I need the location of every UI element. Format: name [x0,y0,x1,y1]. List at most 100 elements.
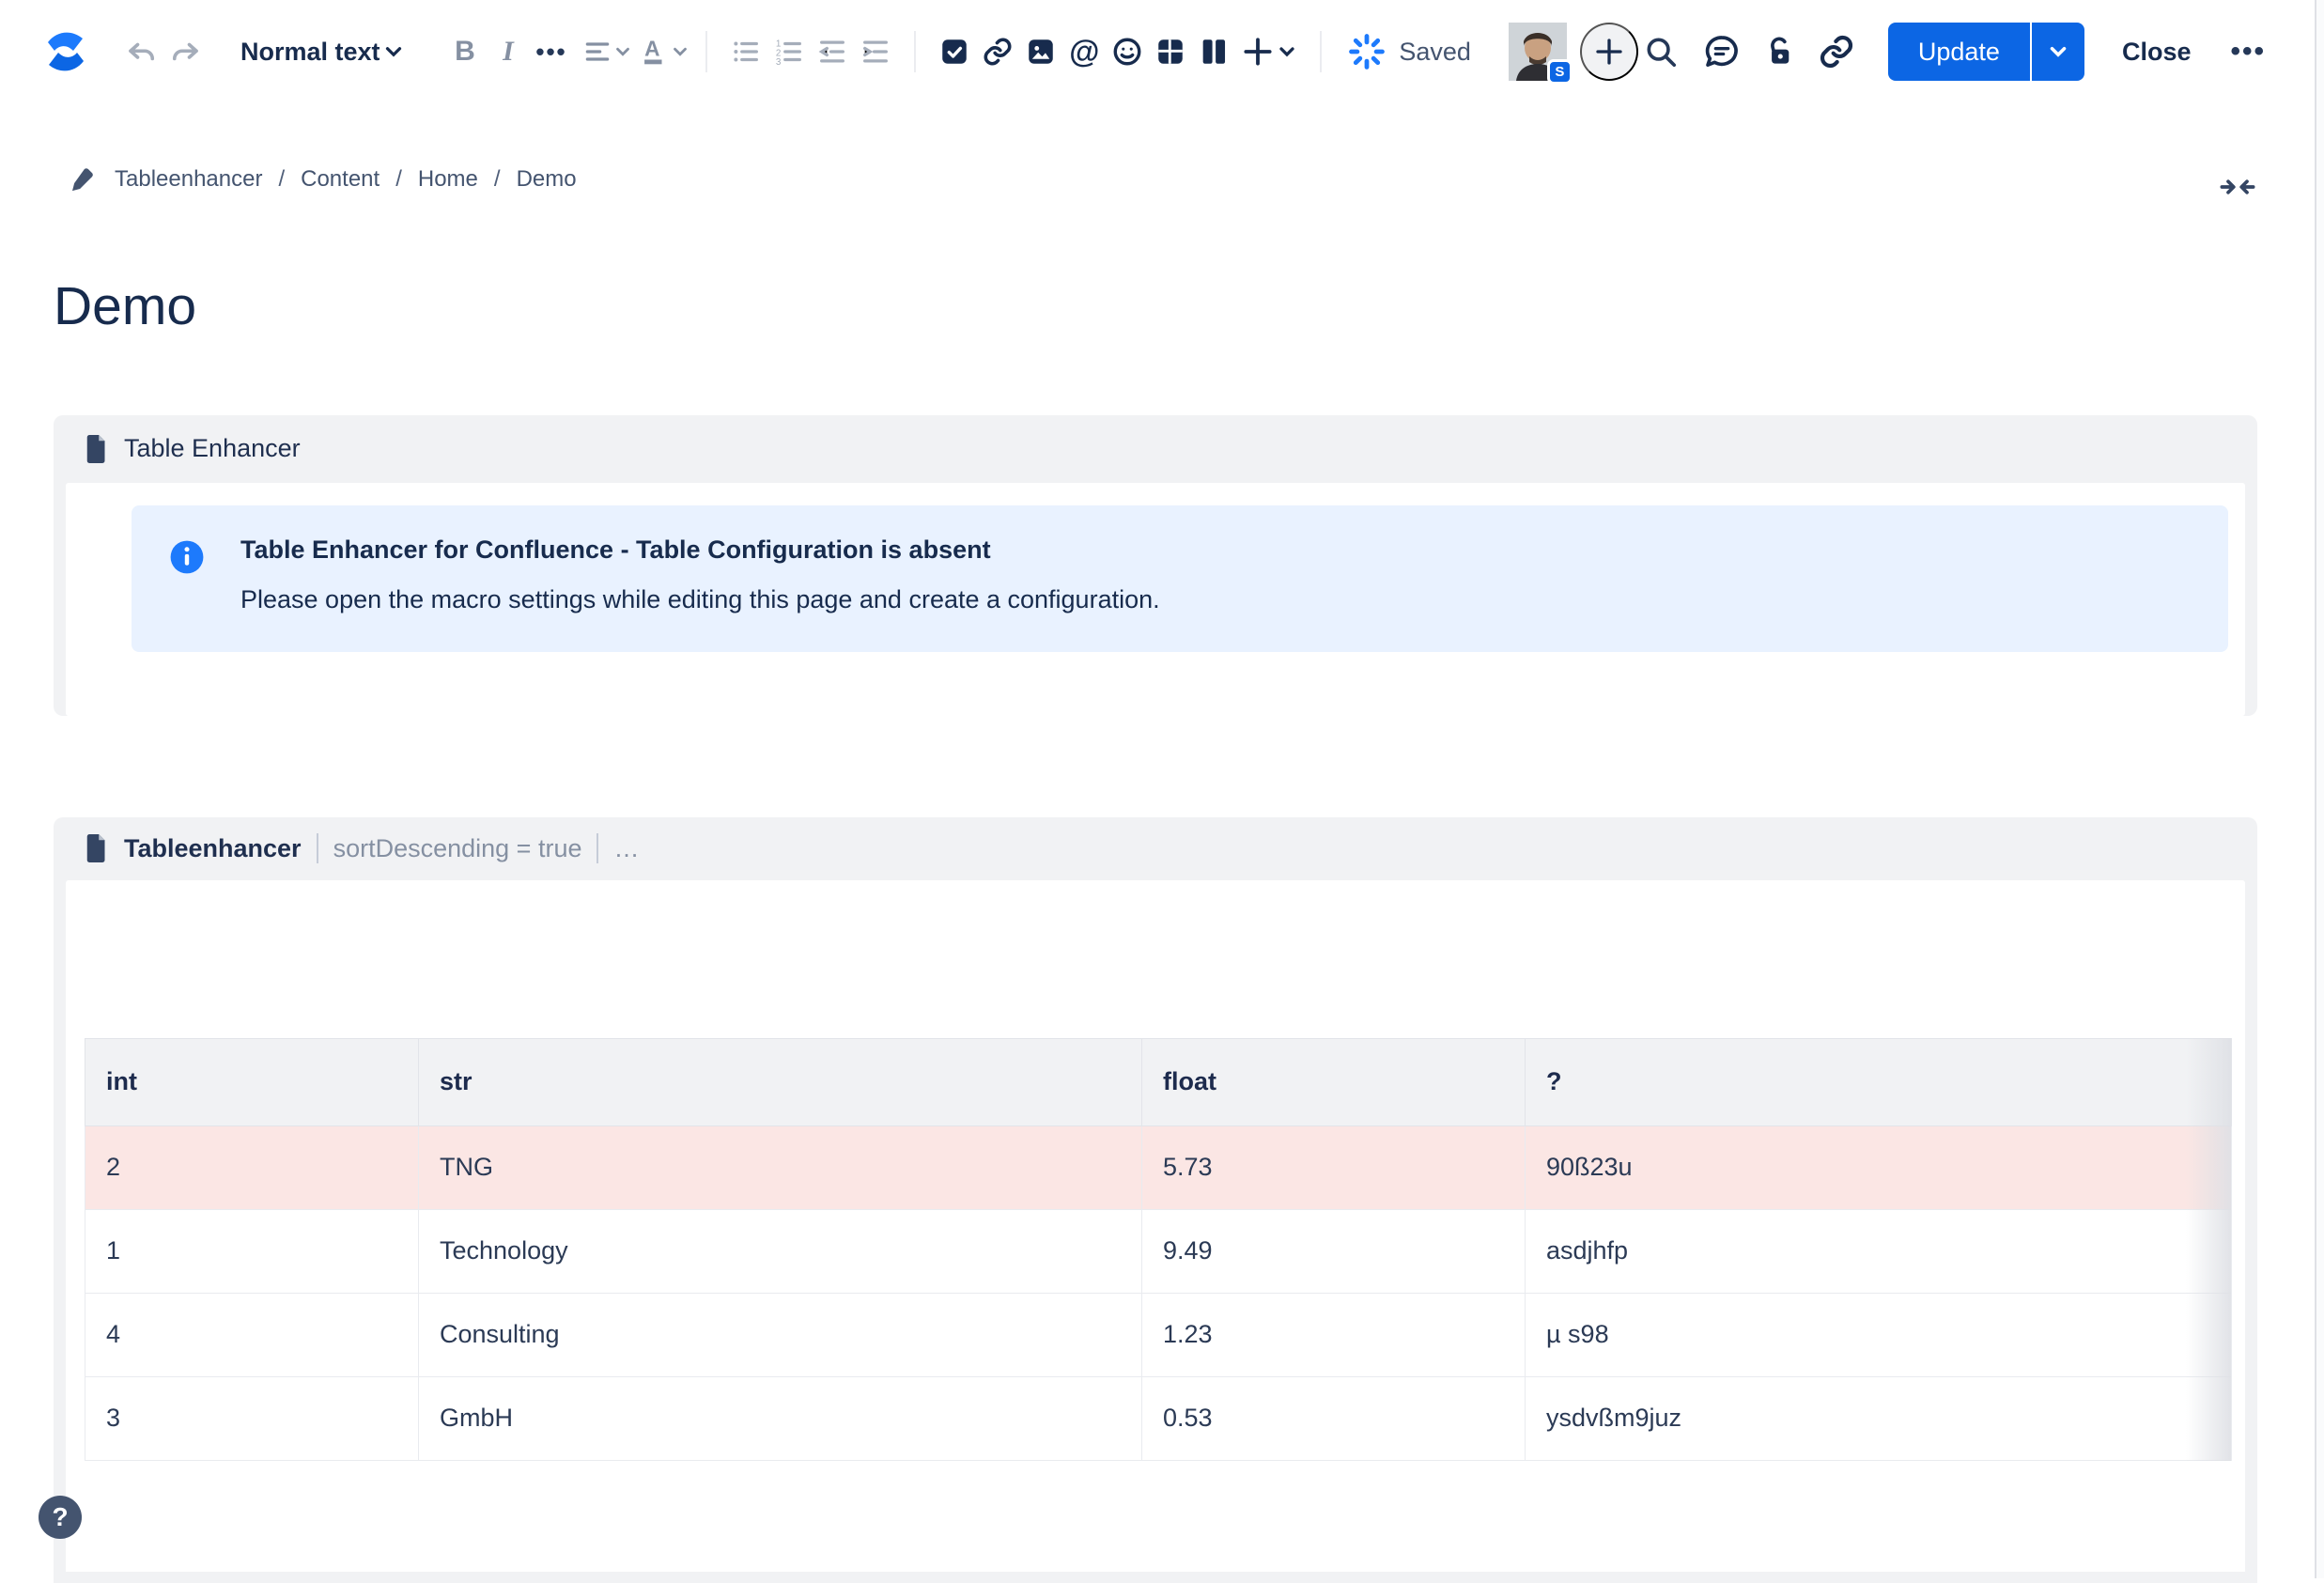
table-cell: 90ß23u [1526,1125,2232,1209]
task-list-button[interactable] [933,24,976,79]
avatar-status-badge: S [1547,59,1573,85]
redo-icon [168,35,202,69]
table-scroll-container[interactable]: intstrfloat? 2TNG5.7390ß23u1Technology9.… [85,1038,2231,1461]
more-formatting-button[interactable]: ••• [530,24,573,79]
indent-icon [860,36,891,68]
update-split-button: Update [1888,23,2084,81]
unlock-icon [1761,34,1797,70]
outdent-icon [816,36,848,68]
collapse-arrows-icon [2219,168,2256,206]
tableenhancer-macro: Tableenhancer sortDescending = true … in… [54,817,2257,1583]
indent-button[interactable] [854,24,897,79]
breadcrumb-item-demo[interactable]: Demo [517,166,577,193]
table-body: 2TNG5.7390ß23u1Technology9.49asdjhfp4Con… [85,1125,2232,1460]
breadcrumb-separator: / [278,166,285,193]
comments-button[interactable] [1698,24,1745,79]
help-button[interactable]: ? [39,1496,82,1539]
document-icon [83,834,108,862]
restrictions-button[interactable] [1757,24,1802,79]
macro-body: intstrfloat? 2TNG5.7390ß23u1Technology9.… [66,880,2245,1572]
page-title[interactable]: Demo [54,276,2324,338]
outdent-button[interactable] [811,24,854,79]
table-cell: 9.49 [1142,1209,1526,1293]
macro-title: Tableenhancer [124,834,302,863]
comment-icon [1703,33,1741,70]
redo-button[interactable] [163,24,207,79]
table-cell: 2 [85,1125,419,1209]
column-header: int [85,1038,419,1125]
page-scrollbar[interactable] [2315,0,2324,1578]
chevron-down-icon [612,41,633,62]
info-icon [169,539,205,614]
table-cell: ysdvßm9juz [1526,1376,2232,1460]
insert-table-button[interactable] [1149,24,1192,79]
breadcrumb-item-home[interactable]: Home [418,166,478,193]
macro-title: Table Enhancer [124,434,301,463]
info-panel-title: Table Enhancer for Confluence - Table Co… [240,535,1160,565]
table-cell: Technology [419,1209,1142,1293]
close-button[interactable]: Close [2116,37,2197,68]
update-options-button[interactable] [2032,23,2084,81]
text-color-dropdown[interactable]: A [640,24,689,79]
undo-icon [125,35,159,69]
update-button[interactable]: Update [1888,23,2030,81]
plus-icon [1240,34,1276,70]
svg-text:A: A [644,36,659,60]
table-cell: 0.53 [1142,1376,1526,1460]
toolbar-divider [1320,31,1322,72]
breadcrumb-item-content[interactable]: Content [301,166,380,193]
copy-link-button[interactable] [1813,24,1860,79]
autosave-spinner-icon [1346,31,1387,72]
text-color-icon: A [638,36,670,68]
mention-button[interactable]: @ [1062,24,1106,79]
columns-layout-icon [1198,36,1230,68]
numbered-list-icon: 123 [773,36,805,68]
italic-button[interactable]: I [487,24,530,79]
mention-icon: @ [1069,34,1099,70]
text-style-label: Normal text [240,38,380,67]
column-header: str [419,1038,1142,1125]
invite-button[interactable] [1580,23,1638,81]
insert-more-button[interactable] [1235,24,1303,79]
data-table: intstrfloat? 2TNG5.7390ß23u1Technology9.… [85,1038,2232,1461]
table-cell: 5.73 [1142,1125,1526,1209]
bullet-list-button[interactable] [724,24,767,79]
table-head: intstrfloat? [85,1038,2232,1125]
task-checkbox-icon [938,36,970,68]
more-actions-button[interactable]: ••• [2224,35,2271,69]
table-cell: 3 [85,1376,419,1460]
link-icon [982,36,1014,68]
column-header: ? [1526,1038,2232,1125]
macro-param-divider [317,833,318,863]
breadcrumb-item-space[interactable]: Tableenhancer [115,166,262,193]
alignment-dropdown[interactable] [584,24,632,79]
emoji-icon [1111,36,1143,68]
macro-header[interactable]: Table Enhancer [54,415,2257,483]
toolbar-divider [914,31,916,72]
collapse-width-button[interactable] [2213,167,2262,207]
share-link-icon [1818,33,1855,70]
macro-header[interactable]: Tableenhancer sortDescending = true … [54,817,2257,880]
breadcrumb-separator: / [494,166,501,193]
breadcrumb-separator: / [395,166,402,193]
editor-toolbar: Normal text B I ••• A [0,0,2324,103]
chevron-down-icon [1276,40,1298,63]
bullet-list-icon [730,36,762,68]
text-align-icon [582,37,612,67]
insert-image-button[interactable] [1019,24,1062,79]
confluence-logo[interactable] [36,22,96,82]
insert-link-button[interactable] [976,24,1019,79]
toolbar-divider [705,31,707,72]
search-button[interactable] [1638,24,1683,79]
text-style-dropdown[interactable]: Normal text [240,38,406,67]
chevron-down-icon [2046,39,2070,64]
numbered-list-button[interactable]: 123 [767,24,811,79]
user-avatar[interactable]: S [1509,23,1567,81]
layouts-button[interactable] [1192,24,1235,79]
emoji-button[interactable] [1106,24,1149,79]
column-header: float [1142,1038,1526,1125]
edit-pencil-icon [68,165,96,194]
bold-button[interactable]: B [443,24,487,79]
table-row: 2TNG5.7390ß23u [85,1125,2232,1209]
undo-button[interactable] [120,24,163,79]
